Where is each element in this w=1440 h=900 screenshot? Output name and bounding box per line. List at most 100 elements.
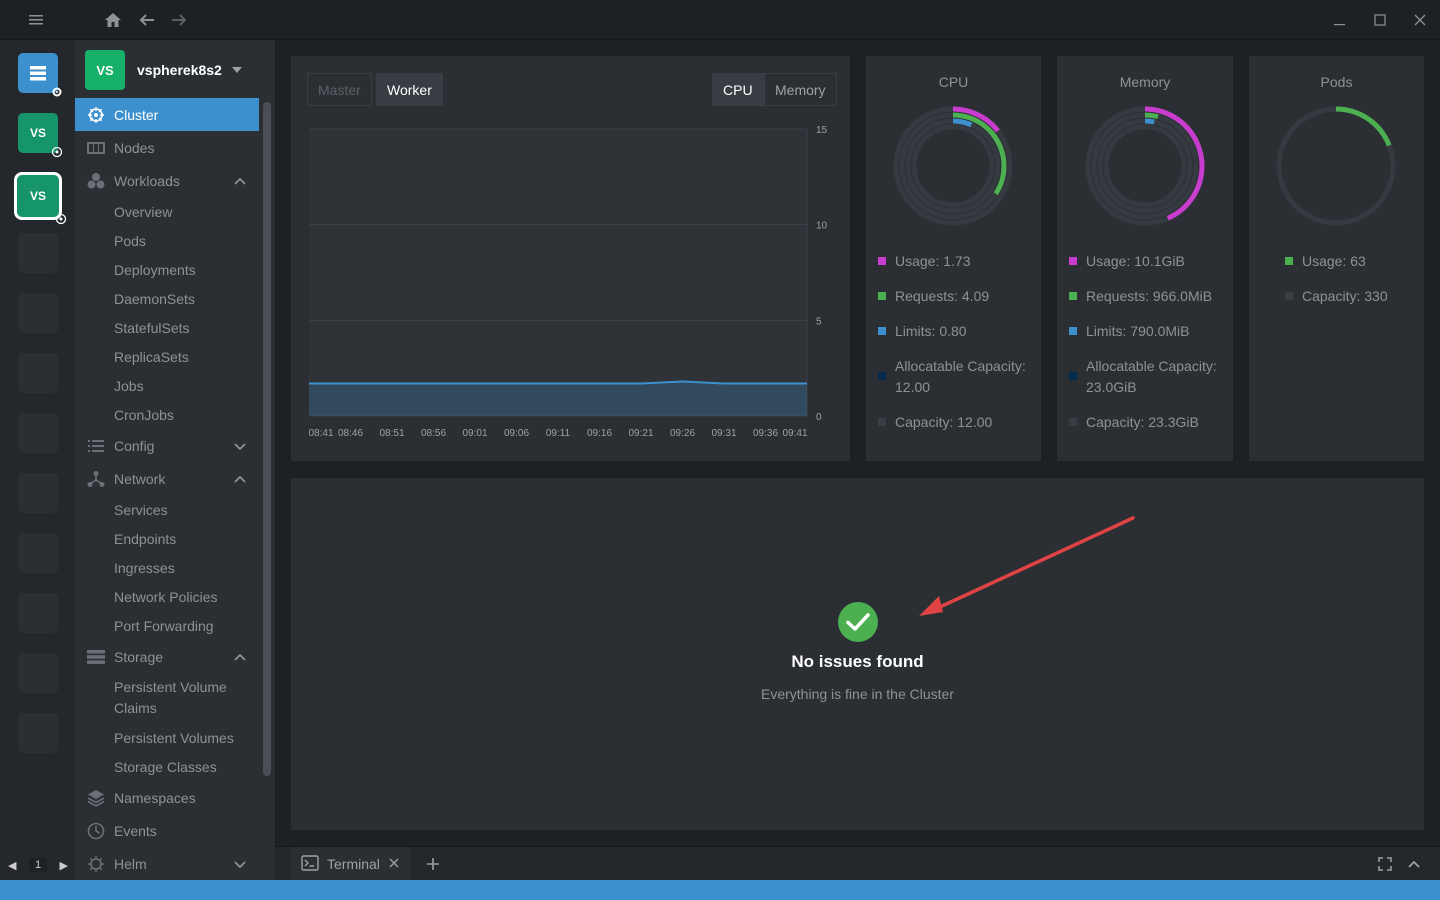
- chevron-down-icon: [234, 443, 246, 451]
- sidebar-item-workloads[interactable]: Workloads: [75, 164, 259, 197]
- legend-label: Usage: 10.1GiB: [1086, 253, 1185, 269]
- fullscreen-icon[interactable]: [1375, 854, 1395, 874]
- sidebar-subitem-cronjobs[interactable]: CronJobs: [75, 400, 259, 429]
- sidebar-subitem-port-forwarding[interactable]: Port Forwarding: [75, 611, 259, 640]
- x-tick-label: 09:26: [670, 428, 695, 439]
- menu-icon[interactable]: [24, 8, 48, 32]
- legend-label: Allocatable Capacity: 23.0GiB: [1086, 358, 1217, 395]
- hotbar-empty-slot[interactable]: [18, 713, 58, 753]
- sidebar-item-label: Workloads: [114, 172, 180, 189]
- sidebar-item-cluster[interactable]: Cluster: [75, 98, 259, 131]
- x-tick-label: 09:31: [711, 428, 736, 439]
- hotbar-empty-slot[interactable]: [18, 413, 58, 453]
- close-window-icon[interactable]: [1408, 8, 1432, 32]
- sidebar-item-label: Helm: [114, 855, 147, 872]
- sidebar-subitem-ingresses[interactable]: Ingresses: [75, 553, 259, 582]
- sidebar-subitem-replicasets[interactable]: ReplicaSets: [75, 342, 259, 371]
- cpu-legend: Usage: 1.73 Requests: 4.09 Limits: 0.80 …: [878, 251, 1033, 447]
- sidebar-subitem-daemonsets[interactable]: DaemonSets: [75, 284, 259, 313]
- add-tab-icon[interactable]: [423, 854, 443, 874]
- title-bar: [0, 0, 1440, 40]
- sidebar-item-config[interactable]: Config: [75, 429, 259, 462]
- issues-title: No issues found: [791, 652, 924, 671]
- limits-ring-track: [1097, 118, 1193, 214]
- hotbar-cluster-2-active[interactable]: VS: [14, 172, 67, 225]
- back-arrow-icon[interactable]: [135, 8, 159, 32]
- chevron-up-icon: [234, 475, 246, 483]
- metrics-chart-panel: Master Worker CPU Memory 15 10 5 0 08:41 08:4…: [291, 56, 850, 461]
- storage-icon: [87, 648, 105, 666]
- catalog-button[interactable]: [18, 53, 62, 97]
- legend-capacity: Capacity: 330: [1285, 286, 1416, 307]
- hotbar: VS VS ◀ 1 ▶: [0, 40, 75, 880]
- cluster-selector[interactable]: VS vspherek8s2: [85, 50, 242, 90]
- legend-label: Usage: 63: [1302, 253, 1366, 269]
- sidebar-subitem-pods[interactable]: Pods: [75, 226, 259, 255]
- dock-tab-terminal[interactable]: Terminal: [291, 847, 410, 881]
- hotbar-empty-slot[interactable]: [18, 593, 58, 633]
- hotbar-empty-slot[interactable]: [18, 473, 58, 513]
- chart-plot-area: [309, 129, 807, 416]
- legend-dot: [1069, 327, 1077, 335]
- helm-icon: [87, 855, 105, 873]
- hotbar-empty-slot[interactable]: [18, 653, 58, 693]
- issues-panel: No issues found Everything is fine in th…: [291, 478, 1424, 830]
- sidebar-subitem-persistent-volume-claims[interactable]: Persistent Volume Claims: [75, 673, 259, 723]
- tab-worker[interactable]: Worker: [376, 73, 443, 106]
- sidebar-item-events[interactable]: Events: [75, 814, 259, 847]
- limits-ring-track: [905, 118, 1001, 214]
- hotbar-empty-slot[interactable]: [18, 233, 58, 273]
- memory-legend: Usage: 10.1GiB Requests: 966.0MiB Limits…: [1069, 251, 1225, 447]
- cpu-usage-chart: 15 10 5 0 08:41 08:46 08:51 08:56 09:01 09:06 09:1…: [308, 125, 827, 439]
- tab-memory[interactable]: Memory: [764, 73, 837, 106]
- legend-usage: Usage: 10.1GiB: [1069, 251, 1225, 272]
- forward-arrow-icon[interactable]: [167, 8, 191, 32]
- sidebar-subitem-deployments[interactable]: Deployments: [75, 255, 259, 284]
- pager-prev-icon[interactable]: ◀: [8, 859, 16, 872]
- maximize-icon[interactable]: [1368, 8, 1392, 32]
- sidebar-subitem-persistent-volumes[interactable]: Persistent Volumes: [75, 723, 259, 752]
- sidebar-item-network[interactable]: Network: [75, 462, 259, 495]
- sidebar-subitem-statefulsets[interactable]: StatefulSets: [75, 313, 259, 342]
- legend-label: Allocatable Capacity: 12.00: [895, 358, 1026, 395]
- sidebar-subitem-overview[interactable]: Overview: [75, 197, 259, 226]
- legend-label: Usage: 1.73: [895, 253, 971, 269]
- sidebar-item-storage[interactable]: Storage: [75, 640, 259, 673]
- home-icon[interactable]: [101, 8, 125, 32]
- sidebar-item-helm[interactable]: Helm: [75, 847, 259, 880]
- legend-dot: [1069, 257, 1077, 265]
- sidebar-scrollbar[interactable]: [263, 102, 271, 776]
- legend-requests: Requests: 4.09: [878, 286, 1033, 307]
- tab-master[interactable]: Master: [307, 73, 372, 106]
- sidebar-item-label: Storage: [114, 648, 164, 665]
- nodes-icon: [87, 139, 105, 157]
- sidebar-subitem-services[interactable]: Services: [75, 495, 259, 524]
- sidebar-subitem-network-policies[interactable]: Network Policies: [75, 582, 259, 611]
- workloads-icon: [87, 172, 105, 190]
- minimize-icon[interactable]: [1328, 8, 1352, 32]
- sidebar-subitem-storage-classes[interactable]: Storage Classes: [75, 752, 259, 781]
- kubernetes-icon: [54, 212, 68, 226]
- pager-next-icon[interactable]: ▶: [60, 859, 68, 872]
- dock-tab-label: Terminal: [327, 856, 380, 872]
- legend-dot: [878, 327, 886, 335]
- chevron-up-icon: [234, 177, 246, 185]
- sidebar-item-nodes[interactable]: Nodes: [75, 131, 259, 164]
- legend-dot: [878, 372, 886, 380]
- tab-cpu[interactable]: CPU: [712, 73, 764, 106]
- sidebar-subitem-jobs[interactable]: Jobs: [75, 371, 259, 400]
- hotbar-empty-slot[interactable]: [18, 353, 58, 393]
- sidebar-item-namespaces[interactable]: Namespaces: [75, 781, 259, 814]
- legend-dot: [878, 418, 886, 426]
- hotbar-cluster-1[interactable]: VS: [18, 113, 63, 158]
- network-icon: [87, 470, 105, 488]
- hotbar-empty-slot[interactable]: [18, 533, 58, 573]
- hotbar-empty-slot[interactable]: [18, 293, 58, 333]
- legend-usage: Usage: 63: [1285, 251, 1416, 272]
- chevron-up-icon[interactable]: [1404, 854, 1424, 874]
- legend-capacity: Capacity: 23.3GiB: [1069, 412, 1225, 433]
- legend-dot: [1069, 292, 1077, 300]
- sidebar-subitem-endpoints[interactable]: Endpoints: [75, 524, 259, 553]
- close-tab-icon[interactable]: [388, 856, 400, 872]
- config-list-icon: [87, 437, 105, 455]
